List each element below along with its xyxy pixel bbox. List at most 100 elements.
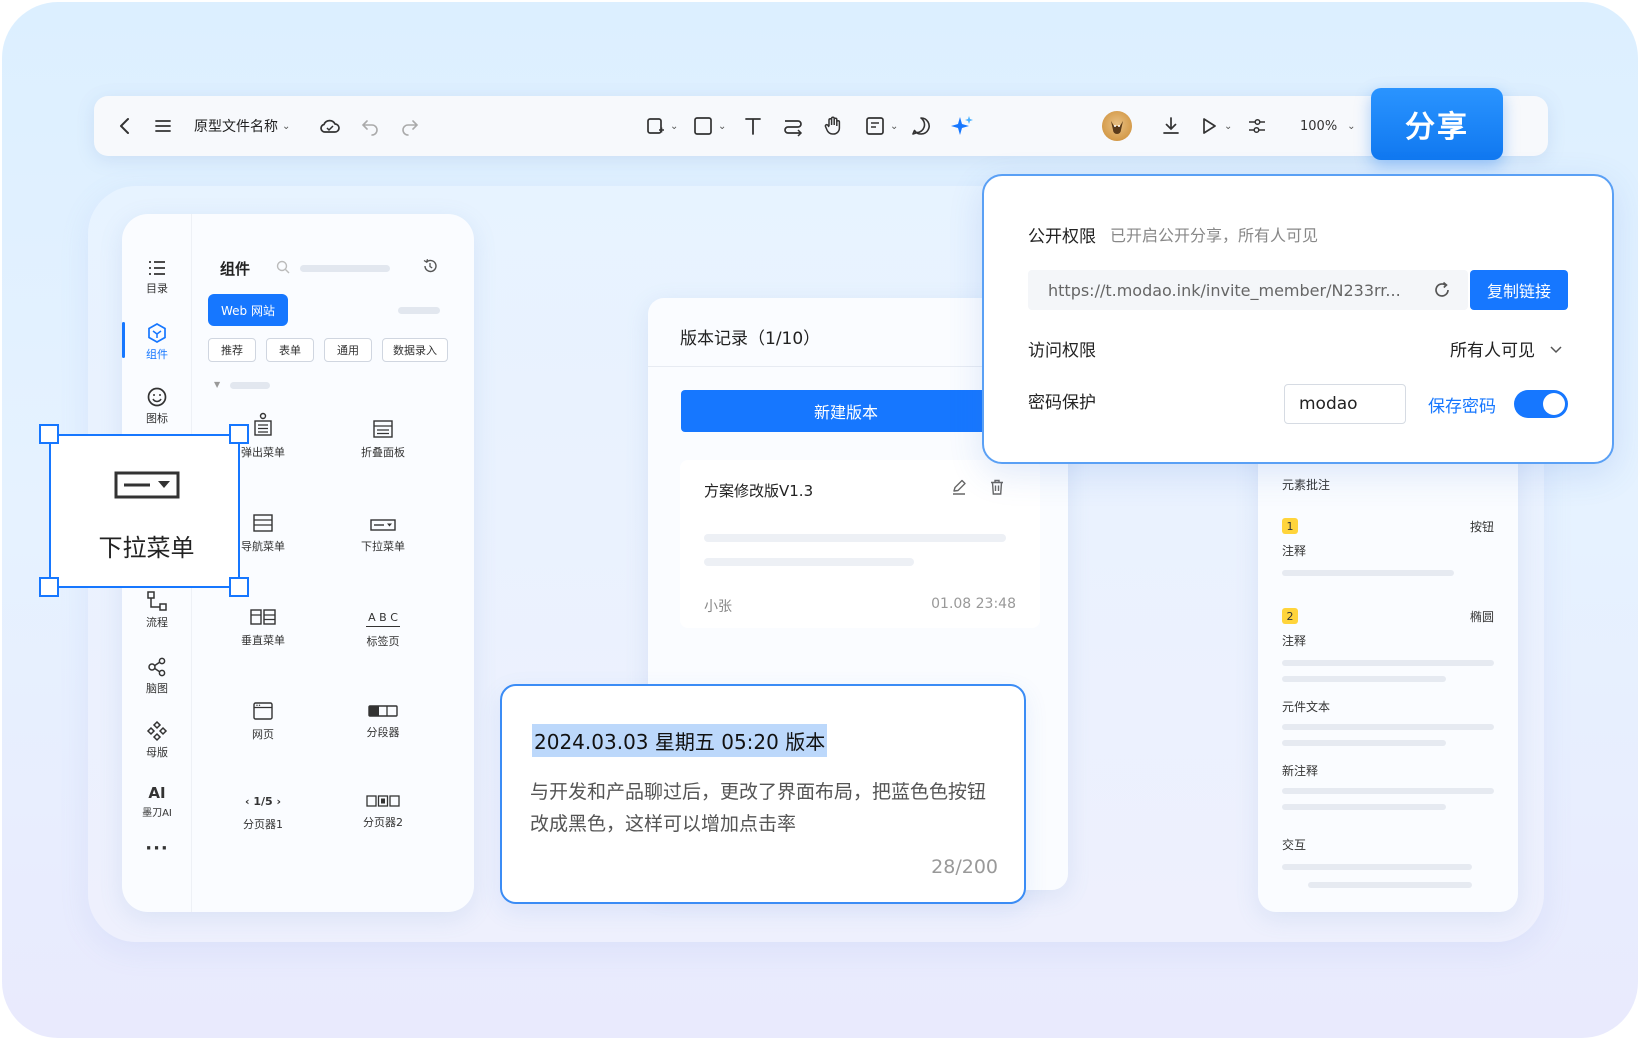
placeholder-line	[1282, 864, 1472, 870]
ai-icon: AI	[148, 784, 166, 802]
hand-icon[interactable]	[822, 96, 844, 156]
selected-dropdown-element[interactable]: 下拉菜单	[49, 434, 240, 588]
password-input[interactable]: modao	[1284, 384, 1406, 424]
pager2-icon	[366, 795, 400, 807]
search-icon[interactable]	[276, 259, 290, 278]
sidebar-item-master[interactable]: 母版	[122, 720, 192, 760]
public-permission-label: 公开权限	[1028, 227, 1096, 247]
user-avatar[interactable]	[1102, 96, 1132, 156]
segment-icon	[368, 705, 398, 717]
component-pager-1[interactable]: ‹ 1/5 › 分页器1	[208, 794, 318, 832]
public-permission-status: 已开启公开分享，所有人可见	[1110, 226, 1319, 245]
master-icon	[146, 720, 168, 742]
component-label: 网页	[252, 728, 274, 741]
chevron-down-icon: ⌄	[1347, 120, 1356, 132]
annotation-tag: 按钮	[1470, 520, 1495, 534]
sidebar-item-icons[interactable]: 图标	[122, 386, 192, 426]
redo-icon[interactable]	[400, 96, 420, 156]
settings-icon[interactable]	[1246, 96, 1268, 156]
resize-handle-tr[interactable]	[229, 424, 249, 444]
annotation-badge[interactable]: 2	[1282, 608, 1298, 624]
chevron-down-icon: ⌄	[1224, 120, 1233, 132]
note-title[interactable]: 2024.03.03 星期五 05:20 版本	[532, 724, 828, 757]
avatar	[1102, 111, 1132, 141]
sidebar-item-mindmap[interactable]: 脑图	[122, 656, 192, 696]
text-icon[interactable]	[742, 96, 764, 156]
zoom-dropdown[interactable]: 100% ⌄	[1300, 96, 1356, 156]
save-password-link[interactable]: 保存密码	[1428, 392, 1496, 417]
file-name-dropdown[interactable]: 原型文件名称 ⌄	[194, 96, 290, 156]
annotation-badge[interactable]: 1	[1282, 518, 1298, 534]
copy-link-button[interactable]: 复制链接	[1470, 270, 1568, 310]
zoom-level: 100%	[1300, 118, 1338, 134]
comment-icon[interactable]	[910, 96, 932, 156]
download-icon[interactable]	[1160, 96, 1182, 156]
group-label-placeholder	[230, 382, 270, 389]
resize-handle-br[interactable]	[229, 577, 249, 597]
placeholder-line	[1282, 660, 1494, 666]
share-button[interactable]: 分享	[1371, 88, 1503, 160]
component-webpage[interactable]: 网页	[208, 702, 318, 742]
resize-handle-tl[interactable]	[39, 424, 59, 444]
placeholder-line	[1308, 882, 1472, 888]
search-input[interactable]	[300, 265, 390, 272]
back-icon[interactable]	[114, 96, 136, 156]
section-element-text: 元件文本	[1282, 700, 1331, 714]
play-preview[interactable]: ⌄	[1198, 96, 1232, 156]
connector-icon[interactable]	[782, 96, 804, 156]
sidebar-item-flow[interactable]: 流程	[122, 590, 192, 630]
component-label: 标签页	[366, 635, 400, 648]
access-permission-select[interactable]: 所有人可见	[1450, 336, 1565, 361]
ai-sparkle-icon[interactable]	[950, 96, 974, 156]
chip-data-entry[interactable]: 数据录入	[382, 338, 448, 362]
refresh-icon[interactable]	[1432, 280, 1452, 304]
share-link-field[interactable]: https://t.modao.ink/invite_member/N233rr…	[1028, 270, 1468, 310]
placeholder-line	[1282, 724, 1494, 730]
password-toggle[interactable]	[1514, 390, 1568, 418]
component-collapse-panel[interactable]: 折叠面板	[328, 420, 438, 460]
mindmap-icon	[148, 657, 166, 677]
toggle-knob	[1543, 393, 1565, 415]
note-tool[interactable]: ⌄	[864, 96, 898, 156]
dropdown-menu-icon	[114, 471, 180, 499]
sidebar-item-label: 图标	[146, 412, 168, 425]
version-note-editor[interactable]: 2024.03.03 星期五 05:20 版本 与开发和产品聊过后，更改了界面布…	[500, 684, 1026, 904]
version-card[interactable]: 方案修改版V1.3 小张 01.08 23:48	[680, 460, 1040, 628]
annotation-label: 注释	[1282, 634, 1307, 648]
component-pager-2[interactable]: 分页器2	[328, 794, 438, 830]
chip-recommended[interactable]: 推荐	[208, 338, 256, 362]
chip-form[interactable]: 表单	[266, 338, 314, 362]
rectangle-tool[interactable]: ⌄	[692, 96, 726, 156]
new-version-button[interactable]: 新建版本	[681, 390, 1011, 432]
resize-handle-bl[interactable]	[39, 577, 59, 597]
component-segment[interactable]: 分段器	[328, 704, 438, 740]
component-label: 导航菜单	[241, 540, 285, 553]
edit-icon[interactable]	[950, 478, 968, 500]
chevron-down-icon	[1550, 345, 1562, 353]
component-tabs[interactable]: A B C 标签页	[328, 610, 438, 649]
undo-icon[interactable]	[360, 96, 380, 156]
sidebar-item-ai[interactable]: AI 墨刀AI	[122, 784, 192, 819]
sidebar-item-outline[interactable]: 目录	[122, 258, 192, 296]
sidebar-item-more[interactable]: ···	[122, 838, 192, 859]
flow-icon	[147, 591, 167, 611]
cloud-icon[interactable]	[318, 96, 342, 156]
chip-general[interactable]: 通用	[324, 338, 372, 362]
nav-menu-icon	[253, 514, 273, 532]
sidebar-item-components[interactable]: 组件	[122, 322, 192, 362]
component-label: 折叠面板	[361, 446, 405, 459]
component-vertical-menu[interactable]: 垂直菜单	[208, 608, 318, 648]
play-icon	[1203, 118, 1216, 134]
chevron-down-icon: ⌄	[282, 120, 291, 132]
history-icon[interactable]	[422, 258, 438, 278]
menu-icon[interactable]	[152, 96, 174, 156]
delete-icon[interactable]	[988, 478, 1006, 500]
note-body-textarea[interactable]: 与开发和产品聊过后，更改了界面布局，把蓝色色按钮改成黑色，这样可以增加点击率	[530, 776, 1000, 840]
tabs-icon: A B C	[366, 610, 400, 627]
component-dropdown-menu[interactable]: 下拉菜单	[328, 518, 438, 554]
access-permission-label: 访问权限	[1028, 341, 1096, 361]
more-icon: ···	[145, 838, 169, 859]
collapse-caret-icon[interactable]: ▼	[214, 380, 220, 389]
frame-tool[interactable]: ⌄	[644, 96, 678, 156]
platform-tag-web[interactable]: Web 网站	[208, 294, 288, 326]
